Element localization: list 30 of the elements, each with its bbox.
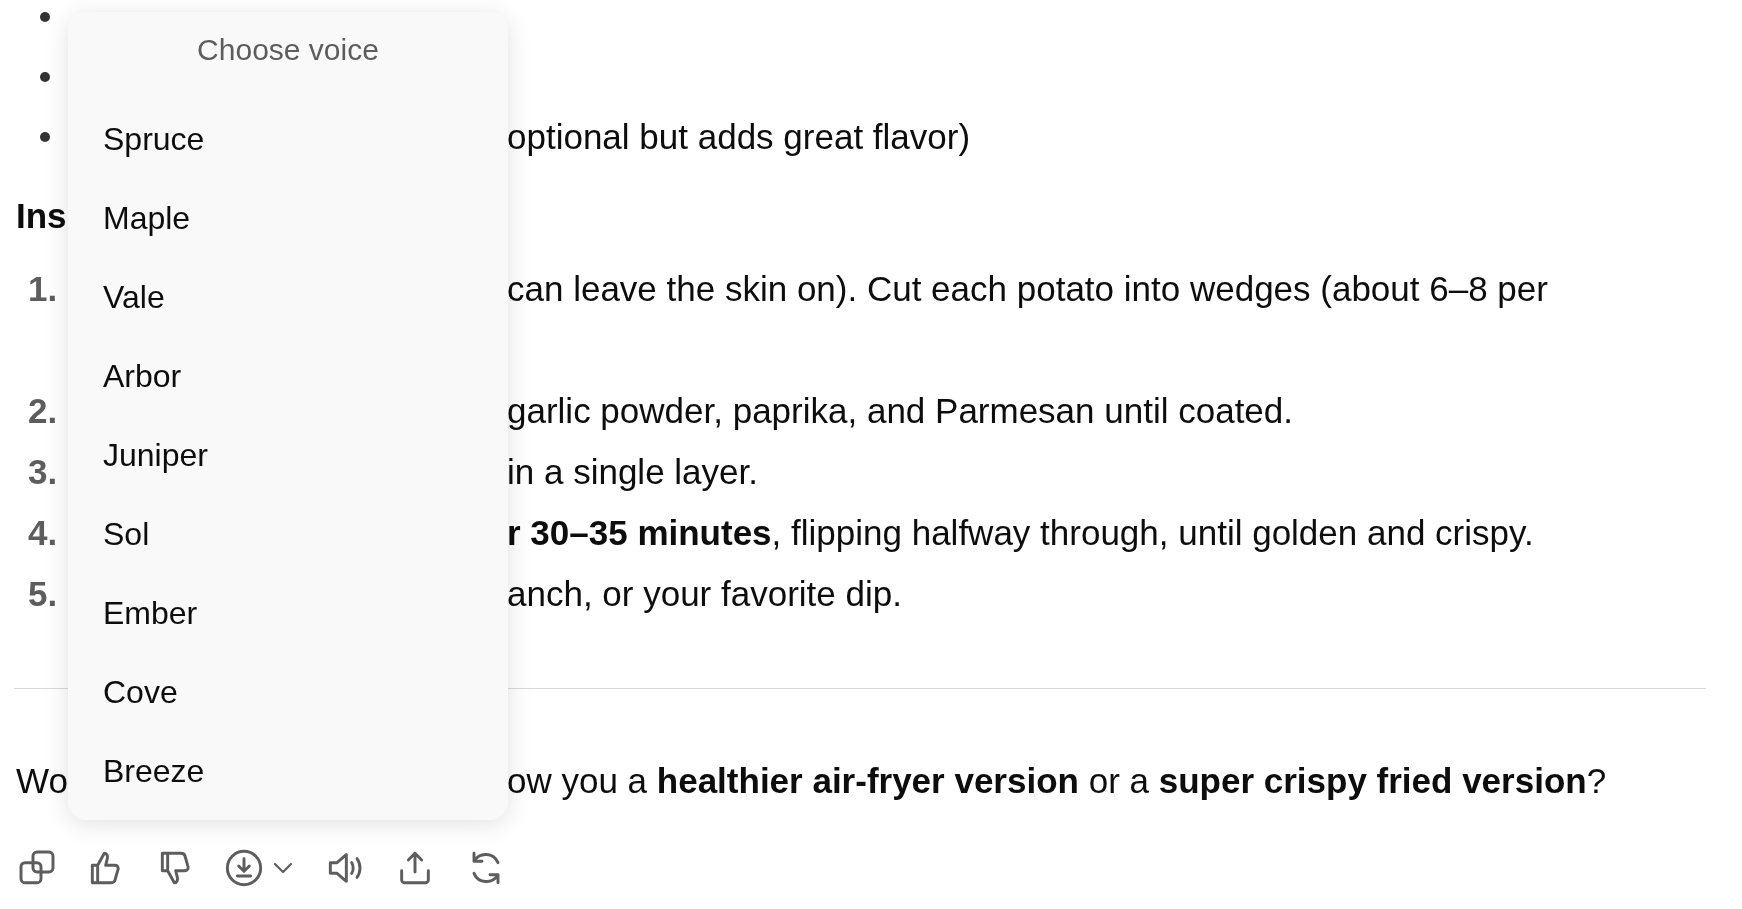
voice-option[interactable]: Spruce bbox=[68, 100, 508, 179]
step-number: 5. bbox=[27, 574, 58, 613]
chevron-down-icon bbox=[272, 861, 294, 875]
closing-text: ow you a healthier air-fryer version or a super crispy fried version? bbox=[507, 761, 1607, 800]
bullet-dot bbox=[40, 12, 50, 22]
closing-text: Wo bbox=[15, 761, 68, 800]
bullet-dot bbox=[40, 132, 50, 142]
voice-option[interactable]: Sol bbox=[68, 495, 508, 574]
list-text: optional but adds great flavor) bbox=[507, 117, 971, 156]
step-text: r 30–35 minutes, flipping halfway through, until golden and crispy. bbox=[507, 513, 1534, 552]
voice-option[interactable]: Vale bbox=[68, 258, 508, 337]
download-button[interactable] bbox=[224, 848, 294, 888]
step-text: can leave the skin on). Cut each potato into wedges (about 6–8 per bbox=[507, 269, 1548, 308]
voice-option[interactable]: Maple bbox=[68, 179, 508, 258]
voice-option[interactable]: Cove bbox=[68, 653, 508, 732]
step-text: in a single layer. bbox=[507, 452, 758, 491]
voice-option[interactable]: Breeze bbox=[68, 732, 508, 811]
voice-option[interactable]: Arbor bbox=[68, 337, 508, 416]
step-number: 2. bbox=[27, 391, 58, 430]
section-heading: Ins bbox=[15, 196, 67, 235]
step-number: 4. bbox=[27, 513, 58, 552]
menu-title: Choose voice bbox=[196, 32, 380, 68]
voice-option[interactable]: Juniper bbox=[68, 416, 508, 495]
step-number: 1. bbox=[27, 269, 58, 308]
step-number: 3. bbox=[27, 452, 58, 491]
step-text: garlic powder, paprika, and Parmesan until coated. bbox=[507, 391, 1293, 430]
download-icon bbox=[224, 848, 264, 888]
bullet-dot bbox=[40, 72, 50, 82]
voice-option[interactable]: Ember bbox=[68, 574, 508, 653]
step-text: anch, or your favorite dip. bbox=[507, 574, 902, 613]
